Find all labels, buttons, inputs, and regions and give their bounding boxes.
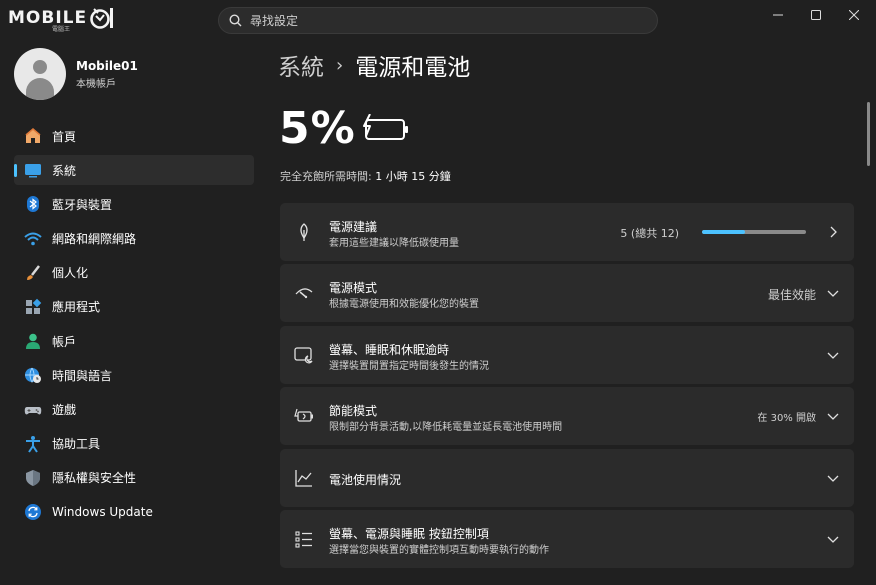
- progress-fill: [702, 230, 746, 234]
- sidebar-item-label: 首頁: [52, 129, 77, 144]
- sidebar-item-accounts[interactable]: 帳戶: [14, 326, 254, 356]
- charge-time-value: 1 小時 15 分鐘: [375, 170, 451, 183]
- person-icon: [24, 332, 42, 350]
- card-title: 節能模式: [329, 404, 378, 418]
- sidebar-item-label: 帳戶: [52, 334, 77, 349]
- sidebar-item-time-language[interactable]: 時間與語言: [14, 360, 254, 390]
- accessibility-icon: [24, 435, 42, 453]
- chevron-down-icon: [827, 352, 839, 359]
- card-title: 電源建議: [329, 220, 378, 234]
- title-bar: MOBILE 電腦王: [0, 0, 876, 40]
- card-screen-sleep-timeout[interactable]: 螢幕、睡眠和休眠逾時 選擇裝置閒置指定時間後發生的情況: [280, 326, 854, 384]
- sidebar-item-label: 隱私權與安全性: [52, 471, 137, 486]
- globe-clock-icon: [24, 366, 42, 384]
- mobile01-logo: MOBILE 電腦王: [8, 4, 117, 33]
- minimize-icon: [773, 14, 783, 16]
- sidebar-item-label: 網路和網際網路: [52, 232, 137, 247]
- sidebar-item-label: 遊戲: [52, 403, 77, 417]
- profile-name: Mobile01: [76, 58, 138, 73]
- card-title: 電池使用情況: [329, 473, 402, 487]
- chevron-down-icon: [827, 413, 839, 420]
- apps-icon: [24, 298, 42, 316]
- sidebar-item-network[interactable]: 網路和網際網路: [14, 224, 254, 254]
- home-icon: [24, 127, 42, 145]
- breadcrumb: 系統 › 電源和電池: [278, 48, 470, 82]
- card-title: 螢幕、睡眠和休眠逾時: [329, 343, 450, 357]
- card-subtitle: 選擇當您與裝置的實體控制項互動時要執行的動作: [329, 545, 549, 556]
- logo-text: MOBILE: [8, 8, 88, 28]
- battery-saver-icon: [294, 408, 313, 422]
- card-subtitle: 根據電源使用和效能優化您的裝置: [329, 299, 479, 310]
- charge-time-label: 完全充飽所需時間:: [280, 170, 372, 183]
- card-subtitle: 限制部分背景活動,以降低耗電量並延長電池使用時間: [329, 422, 563, 433]
- leaf-icon: [300, 223, 308, 241]
- user-profile[interactable]: Mobile01 本機帳戶: [14, 48, 138, 100]
- battery-saver-threshold: 在 30% 開啟: [757, 413, 816, 424]
- search-box[interactable]: [218, 7, 658, 34]
- scrollbar[interactable]: [867, 102, 870, 166]
- list-icon: [295, 531, 312, 548]
- sidebar-item-label: 藍牙與裝置: [52, 197, 113, 212]
- card-power-mode[interactable]: 電源模式 根據電源使用和效能優化您的裝置 最佳效能: [280, 264, 854, 322]
- sidebar-item-windows-update[interactable]: Windows Update: [14, 497, 254, 527]
- logo-subtext: 電腦王: [52, 26, 71, 33]
- monitor-icon: [24, 161, 42, 179]
- sidebar-item-label: Windows Update: [52, 505, 153, 520]
- maximize-icon: [811, 10, 821, 20]
- battery-percentage: 5%: [279, 103, 356, 154]
- sidebar-item-label: 個人化: [52, 266, 89, 281]
- refresh-icon: [24, 503, 42, 521]
- logo-01-mark-icon: [90, 8, 114, 29]
- chevron-down-icon: [827, 290, 839, 297]
- card-title: 螢幕、電源與睡眠 按鈕控制項: [329, 527, 489, 541]
- chart-line-icon: [295, 470, 312, 487]
- card-power-recommendations[interactable]: 電源建議 套用這些建議以降低碳使用量 5 (總共 12): [280, 203, 854, 261]
- gamepad-icon: [24, 401, 42, 419]
- brush-icon: [24, 264, 42, 282]
- sidebar-item-bluetooth[interactable]: 藍牙與裝置: [14, 189, 254, 219]
- sidebar-item-label: 應用程式: [52, 300, 101, 315]
- sidebar-item-system[interactable]: 系統: [14, 155, 254, 186]
- charge-time: 完全充飽所需時間: 1 小時 15 分鐘: [280, 168, 451, 184]
- profile-account-type: 本機帳戶: [76, 78, 116, 90]
- sidebar-item-accessibility[interactable]: 協助工具: [14, 429, 254, 459]
- breadcrumb-separator: ›: [336, 54, 344, 76]
- sidebar-item-label: 時間與語言: [52, 368, 113, 383]
- battery-charging-icon: [363, 114, 408, 140]
- card-title: 電源模式: [329, 281, 378, 295]
- wifi-icon: [24, 230, 42, 248]
- card-battery-usage[interactable]: 電池使用情況: [280, 449, 854, 507]
- page-title: 電源和電池: [355, 55, 471, 81]
- screen-sleep-icon: [294, 347, 313, 364]
- sidebar-nav: 首頁 系統 藍牙與裝置 網路和網際網路 個人化 應用程式 帳戶 時間與語言 遊戲…: [14, 121, 254, 531]
- sidebar-item-apps[interactable]: 應用程式: [14, 292, 254, 322]
- search-icon: [229, 14, 242, 27]
- recommendations-progress-bar: [702, 230, 806, 234]
- chevron-down-icon: [827, 536, 839, 543]
- sidebar-item-gaming[interactable]: 遊戲: [14, 395, 254, 425]
- card-button-controls[interactable]: 螢幕、電源與睡眠 按鈕控制項 選擇當您與裝置的實體控制項互動時要執行的動作: [280, 510, 854, 568]
- breadcrumb-parent[interactable]: 系統: [278, 48, 324, 82]
- bluetooth-icon: [24, 195, 42, 213]
- close-button[interactable]: [832, 0, 876, 30]
- sidebar-item-label: 系統: [52, 163, 77, 178]
- sidebar-item-personalization[interactable]: 個人化: [14, 258, 254, 288]
- avatar: [14, 48, 66, 100]
- card-subtitle: 套用這些建議以降低碳使用量: [329, 238, 459, 249]
- card-battery-saver[interactable]: 節能模式 限制部分背景活動,以降低耗電量並延長電池使用時間 在 30% 開啟: [280, 387, 854, 445]
- power-mode-value[interactable]: 最佳效能: [768, 286, 816, 303]
- card-subtitle: 選擇裝置閒置指定時間後發生的情況: [329, 361, 489, 372]
- search-input[interactable]: [250, 13, 630, 28]
- gauge-icon: [295, 288, 313, 299]
- shield-icon: [24, 469, 42, 487]
- sidebar-item-home[interactable]: 首頁: [14, 121, 254, 151]
- sidebar-item-privacy-security[interactable]: 隱私權與安全性: [14, 463, 254, 493]
- recommendations-count: 5 (總共 12): [620, 227, 679, 240]
- close-icon: [849, 10, 859, 20]
- sidebar-item-label: 協助工具: [52, 437, 101, 452]
- chevron-right-icon: [830, 226, 837, 238]
- chevron-down-icon: [827, 475, 839, 482]
